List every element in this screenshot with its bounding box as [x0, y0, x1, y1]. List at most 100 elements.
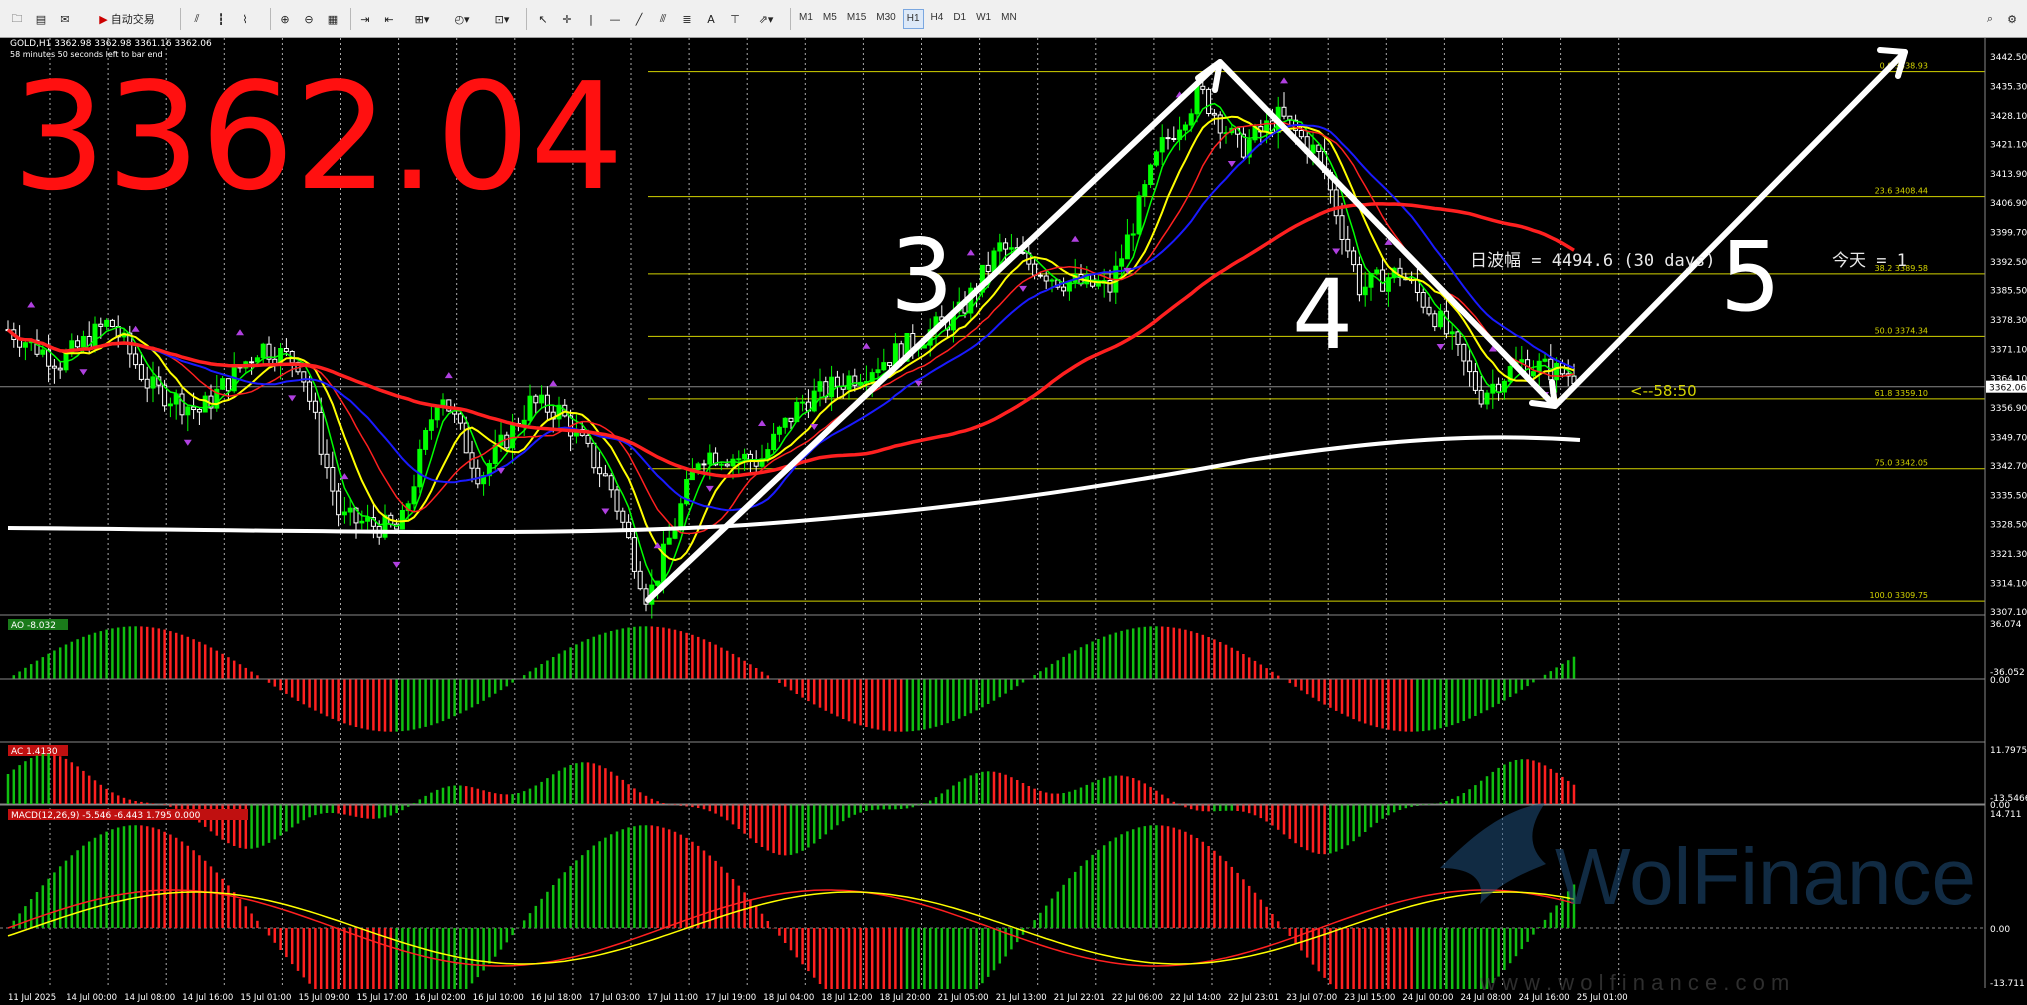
candle-body — [1356, 264, 1362, 296]
candle-body — [1049, 279, 1055, 282]
time-axis-label: 16 Jul 18:00 — [531, 993, 582, 1003]
timeframe-m15[interactable]: M15 — [844, 9, 869, 29]
symbol-info: GOLD,H1 3362.98 3362.98 3361.16 3362.06 — [10, 39, 212, 49]
timeframe-mn[interactable]: MN — [998, 9, 1020, 29]
candle-body — [138, 364, 144, 380]
vertical-line-icon[interactable]: | — [580, 7, 602, 31]
candle-body — [1124, 234, 1130, 260]
timeframe-m1[interactable]: M1 — [796, 9, 816, 29]
fib-level-label: 75.0 3342.05 — [1875, 459, 1928, 468]
price-axis-label: 3342.70 — [1990, 462, 2027, 472]
zoom-in-icon[interactable]: ⊕ — [274, 7, 296, 31]
price-chart[interactable]: 0.0 3438.9323.6 3408.4438.2 3389.5850.0 … — [0, 38, 2027, 1005]
candle-body — [666, 537, 672, 545]
auto-trading-icon: ▶ — [99, 12, 108, 26]
profiles-icon[interactable]: ▤ — [30, 7, 52, 31]
candle-body — [782, 417, 788, 428]
candle-body — [1461, 343, 1467, 362]
macd-scale-top: 14.711 — [1990, 810, 2022, 820]
candle-body — [51, 365, 57, 369]
price-axis-label: 3335.50 — [1990, 492, 2027, 502]
new-order-icon[interactable]: 🗀 — [6, 7, 28, 31]
candle-body — [399, 510, 405, 530]
candle-body — [1426, 306, 1432, 315]
price-axis-label: 3435.30 — [1990, 83, 2027, 93]
candle-body — [260, 343, 266, 359]
indicators-icon[interactable]: ⊞▾ — [404, 7, 440, 31]
wave-4-label: 4 — [1292, 259, 1353, 371]
fibonacci-icon[interactable]: ≣ — [676, 7, 698, 31]
candle-body — [504, 434, 510, 449]
text-label-icon[interactable]: ⊤ — [724, 7, 746, 31]
fib-level-label: 23.6 3408.44 — [1875, 187, 1928, 196]
time-axis-label: 16 Jul 10:00 — [473, 993, 524, 1003]
horizontal-line-icon[interactable]: — — [604, 7, 626, 31]
channel-icon[interactable]: ⫻ — [652, 7, 674, 31]
today-range-text: 今天 = 1 — [1832, 251, 1907, 271]
settings-icon[interactable]: ⚙ — [2002, 7, 2022, 31]
price-axis-label: 3314.10 — [1990, 579, 2027, 589]
time-axis-label: 22 Jul 14:00 — [1170, 993, 1221, 1003]
candle-body — [678, 503, 684, 529]
candle-body — [185, 406, 191, 416]
time-axis-label: 17 Jul 03:00 — [589, 993, 640, 1003]
auto-scroll-icon[interactable]: ⇥ — [354, 7, 376, 31]
timeframe-w1[interactable]: W1 — [973, 9, 994, 29]
timeframe-m5[interactable]: M5 — [820, 9, 840, 29]
price-axis-label: 3378.30 — [1990, 316, 2027, 326]
candle-body — [1037, 274, 1043, 277]
candle-body — [249, 361, 255, 364]
candle-body — [736, 458, 742, 461]
candle-body — [347, 507, 353, 513]
cursor-icon[interactable]: ↖ — [532, 7, 554, 31]
timeframe-h4[interactable]: H4 — [928, 9, 947, 29]
candle-body — [57, 367, 63, 371]
candle-chart-icon[interactable]: ┇ — [210, 7, 232, 31]
time-axis-label: 15 Jul 17:00 — [357, 993, 408, 1003]
candle-body — [1339, 215, 1345, 240]
zoom-out-icon[interactable]: ⊖ — [298, 7, 320, 31]
candle-body — [312, 400, 318, 413]
candle-body — [109, 319, 115, 327]
line-chart-icon[interactable]: ⌇ — [234, 7, 256, 31]
bar-chart-icon[interactable]: ⫽ — [186, 7, 208, 31]
timeframe-h1[interactable]: H1 — [902, 9, 924, 29]
trendline-icon[interactable]: ╱ — [628, 7, 650, 31]
candle-body — [875, 369, 881, 374]
time-axis-label: 21 Jul 22:01 — [1054, 993, 1105, 1003]
chart-shift-icon[interactable]: ⇤ — [378, 7, 400, 31]
price-axis-label: 3328.50 — [1990, 520, 2027, 530]
search-icon[interactable]: ⌕ — [1980, 7, 2000, 31]
candle-body — [1333, 189, 1339, 217]
candle-body — [150, 376, 156, 389]
auto-trading-button[interactable]: ▶ 自动交易 — [82, 7, 172, 31]
candle-body — [707, 452, 713, 465]
candle-body — [620, 510, 626, 523]
main-toolbar: 🗀 ▤ ✉ ▶ 自动交易 ⫽ ┇ ⌇ ⊕ ⊖ ▦ ⇥ ⇤ ⊞▾ ◴▾ ⊡▾ ↖ … — [0, 0, 2027, 38]
tile-windows-icon[interactable]: ▦ — [322, 7, 344, 31]
timeframe-d1[interactable]: D1 — [950, 9, 969, 29]
candle-body — [336, 490, 342, 516]
bar-countdown: <--58:50 — [1630, 382, 1697, 400]
ao-scale-top: 36.074 — [1990, 620, 2022, 630]
candle-body — [1159, 137, 1165, 153]
periods-icon[interactable]: ◴▾ — [444, 7, 480, 31]
text-icon[interactable]: A — [700, 7, 722, 31]
time-axis-label: 18 Jul 04:00 — [763, 993, 814, 1003]
candle-body — [463, 422, 469, 454]
price-axis-label: 3307.10 — [1990, 608, 2027, 618]
candle-body — [1472, 371, 1478, 391]
timeframe-bar: M1 M5 M15 M30 H1 H4 D1 W1 MN — [796, 9, 1020, 29]
candle-body — [191, 406, 197, 410]
candle-body — [1200, 85, 1206, 90]
candle-body — [614, 489, 620, 512]
macd-label: MACD(12,26,9) -5.546 -6.443 1.795 0.000 — [11, 811, 201, 821]
time-axis-label: 18 Jul 12:00 — [821, 993, 872, 1003]
crosshair-icon[interactable]: ✛ — [556, 7, 578, 31]
arrows-icon[interactable]: ⇗▾ — [748, 7, 784, 31]
market-watch-icon[interactable]: ✉ — [54, 7, 76, 31]
templates-icon[interactable]: ⊡▾ — [484, 7, 520, 31]
timeframe-m30[interactable]: M30 — [873, 9, 898, 29]
candle-body — [307, 381, 313, 402]
price-axis-label: 3399.70 — [1990, 228, 2027, 238]
